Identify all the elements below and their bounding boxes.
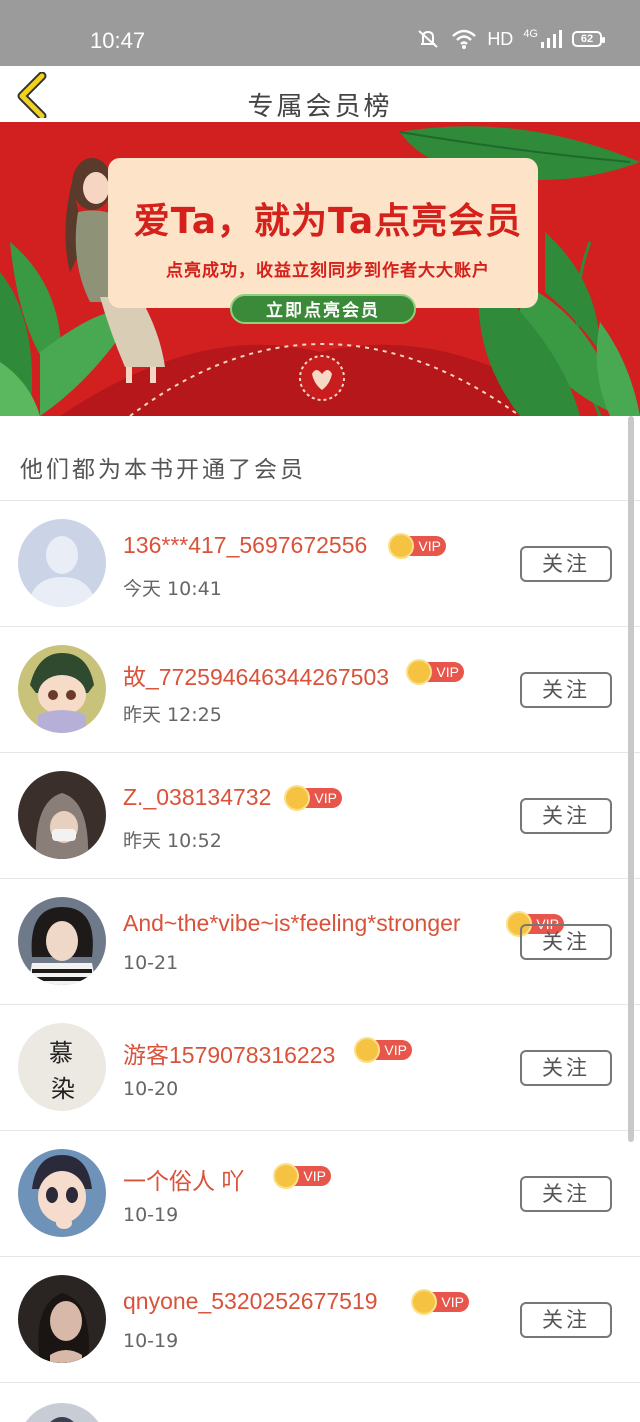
default-avatar-icon bbox=[18, 519, 106, 607]
member-row[interactable]: 故_772594646344267503 VIP 昨天 12:25 关注 bbox=[0, 627, 640, 753]
banner-subtitle: 点亮成功，收益立刻同步到作者大大账户 bbox=[166, 261, 490, 281]
crown-icon bbox=[411, 1289, 437, 1315]
avatar[interactable] bbox=[18, 1149, 106, 1237]
member-row[interactable]: qnyone_5320252677519 VIP 10-19 关注 bbox=[0, 1257, 640, 1383]
status-time: 10:47 bbox=[90, 28, 146, 53]
vip-badge: VIP bbox=[284, 785, 342, 811]
member-row[interactable]: 慕 染 游客1579078316223 VIP 10-20 关注 bbox=[0, 1005, 640, 1131]
crown-icon bbox=[406, 659, 432, 685]
status-icons: HD 4G 62 bbox=[415, 28, 605, 50]
crown-icon bbox=[273, 1163, 299, 1189]
member-name[interactable]: 游客1579078316223 bbox=[123, 1036, 335, 1070]
member-name[interactable]: Z._038134732 bbox=[123, 784, 271, 811]
member-time: 10-21 bbox=[123, 952, 179, 974]
member-row-partial[interactable] bbox=[0, 1383, 640, 1422]
member-time: 昨天 10:52 bbox=[123, 830, 222, 852]
follow-button[interactable]: 关注 bbox=[520, 1302, 612, 1338]
follow-button[interactable]: 关注 bbox=[520, 924, 612, 960]
battery-icon: 62 bbox=[572, 31, 605, 47]
member-name[interactable]: 136***417_5697672556 bbox=[123, 532, 367, 559]
avatar[interactable] bbox=[18, 1275, 106, 1363]
mute-bell-icon bbox=[418, 30, 438, 48]
photo-avatar-icon bbox=[18, 897, 106, 985]
member-time: 10-19 bbox=[123, 1204, 179, 1226]
banner-headline: 爱Ta，就为Ta点亮会员 bbox=[133, 201, 523, 242]
crown-icon bbox=[388, 533, 414, 559]
promo-banner[interactable]: 爱Ta，就为Ta点亮会员 点亮成功，收益立刻同步到作者大大账户 立即点亮会员 bbox=[0, 122, 640, 416]
member-time: 昨天 12:25 bbox=[123, 704, 222, 726]
member-time: 今天 10:41 bbox=[123, 578, 222, 600]
follow-button[interactable]: 关注 bbox=[520, 672, 612, 708]
avatar[interactable] bbox=[18, 519, 106, 607]
avatar[interactable]: 慕 染 bbox=[18, 1023, 106, 1111]
avatar-text: 慕 bbox=[49, 1039, 73, 1067]
crown-icon bbox=[354, 1037, 380, 1063]
member-row[interactable]: Z._038134732 VIP 昨天 10:52 关注 bbox=[0, 753, 640, 879]
avatar[interactable] bbox=[18, 771, 106, 859]
member-row[interactable]: 一个俗人 吖 VIP 10-19 关注 bbox=[0, 1131, 640, 1257]
vip-badge: VIP bbox=[273, 1163, 331, 1189]
follow-button[interactable]: 关注 bbox=[520, 798, 612, 834]
member-time: 10-20 bbox=[123, 1078, 179, 1100]
member-name[interactable]: qnyone_5320252677519 bbox=[123, 1288, 378, 1315]
vip-badge: VIP bbox=[406, 659, 464, 685]
member-name[interactable]: 一个俗人 吖 bbox=[123, 1162, 244, 1196]
follow-button[interactable]: 关注 bbox=[520, 1176, 612, 1212]
avatar[interactable] bbox=[18, 645, 106, 733]
nav-bar: 专属会员榜 bbox=[0, 66, 640, 122]
vip-badge: VIP bbox=[411, 1289, 469, 1315]
member-name[interactable]: And~the*vibe~is*feeling*stronger bbox=[123, 910, 461, 937]
member-name[interactable]: 故_772594646344267503 bbox=[123, 658, 389, 692]
signal-icon bbox=[541, 30, 562, 48]
avatar[interactable] bbox=[18, 897, 106, 985]
scrollbar[interactable] bbox=[628, 416, 634, 1142]
photo-avatar-icon bbox=[18, 771, 106, 859]
cartoon-avatar-icon bbox=[18, 1149, 106, 1237]
member-time: 10-19 bbox=[123, 1330, 179, 1352]
cartoon-avatar-icon bbox=[18, 645, 106, 733]
page-title: 专属会员榜 bbox=[247, 92, 393, 122]
crown-icon bbox=[284, 785, 310, 811]
network-type: HD bbox=[487, 28, 514, 49]
light-up-vip-button[interactable]: 立即点亮会员 bbox=[230, 294, 416, 324]
status-bar: 10:47 HD 4G 62 bbox=[0, 0, 640, 66]
section-title: 他们都为本书开通了会员 bbox=[20, 457, 306, 483]
vip-badge: VIP bbox=[388, 533, 446, 559]
follow-button[interactable]: 关注 bbox=[520, 1050, 612, 1086]
avatar[interactable] bbox=[18, 1403, 106, 1422]
photo-avatar-icon bbox=[18, 1275, 106, 1363]
wifi-icon bbox=[452, 29, 477, 49]
member-row[interactable]: 136***417_5697672556 VIP 今天 10:41 关注 bbox=[0, 501, 640, 627]
photo-avatar-icon bbox=[18, 1403, 106, 1422]
member-row[interactable]: And~the*vibe~is*feeling*stronger VIP 10-… bbox=[0, 879, 640, 1005]
follow-button[interactable]: 关注 bbox=[520, 546, 612, 582]
signal-type: 4G bbox=[523, 28, 538, 40]
vip-badge: VIP bbox=[354, 1037, 412, 1063]
avatar-text: 染 bbox=[51, 1075, 75, 1103]
